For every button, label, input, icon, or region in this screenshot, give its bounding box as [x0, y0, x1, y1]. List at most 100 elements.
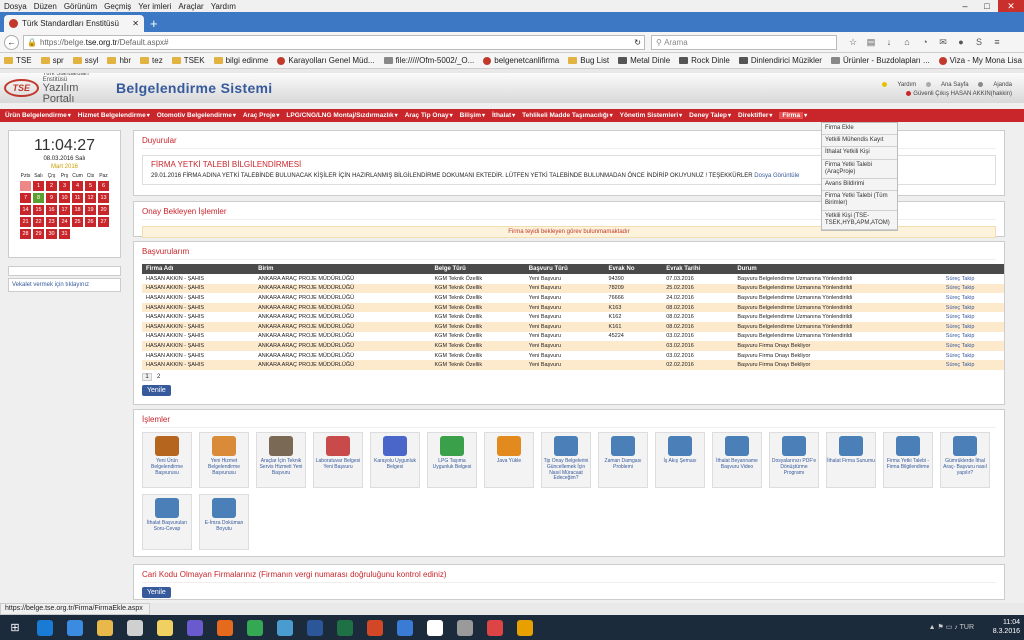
taskbar-app-icon[interactable]	[330, 615, 360, 640]
action-tile[interactable]: Karayolu Uygunluk Belgesi	[370, 432, 420, 488]
calendar-day[interactable]: 31	[59, 229, 70, 239]
surec-takip-link[interactable]: Süreç Takip	[941, 341, 1004, 351]
taskbar-app-icon[interactable]	[90, 615, 120, 640]
calendar-day[interactable]: 30	[46, 229, 57, 239]
calendar-day[interactable]: 26	[85, 217, 96, 227]
hamburger-menu-icon[interactable]: ≡	[989, 37, 1005, 48]
calendar-day[interactable]: 6	[98, 181, 109, 191]
action-tile[interactable]: Yeni Hizmet Belgelendirme Başvurusu	[199, 432, 249, 488]
cari-refresh-button[interactable]: Yenile	[142, 587, 171, 598]
action-tile[interactable]: Firma Yetki Talebi -Firma Bilgilendirme	[883, 432, 933, 488]
calendar-day[interactable]: 25	[72, 217, 83, 227]
minimize-icon[interactable]: –	[954, 0, 976, 12]
taskbar-app-icon[interactable]	[450, 615, 480, 640]
nav-item[interactable]: Yönetim Sistemleri	[620, 112, 679, 119]
calendar-day[interactable]: 21	[20, 217, 31, 227]
calendar-day[interactable]: 3	[59, 181, 70, 191]
calendar-day[interactable]: 28	[20, 229, 31, 239]
nav-item[interactable]: Araç Tip Onay	[405, 112, 449, 119]
bookmark-item[interactable]: Karayolları Genel Müd...	[277, 56, 375, 65]
chat-icon[interactable]: ✉	[935, 37, 951, 48]
action-tile[interactable]: Araçlar İçin Teknik Servis Hizmeti Yeni …	[256, 432, 306, 488]
nav-item[interactable]: LPG/CNG/LNG Montaj/Sızdırmazlık	[286, 112, 393, 119]
dropdown-item[interactable]: Firma Ekle	[822, 123, 897, 136]
nav-item[interactable]: Ürün Belgelendirme	[5, 112, 67, 119]
taskbar-app-icon[interactable]	[30, 615, 60, 640]
bookmark-item[interactable]: Viza - My Mona Lisa -...	[938, 56, 1024, 65]
calendar-day[interactable]: 22	[33, 217, 44, 227]
dropdown-item[interactable]: Firma Yetki Talebi (AraçProje)	[822, 160, 897, 179]
reading-list-icon[interactable]: ▤	[863, 37, 879, 48]
page-1[interactable]: 1	[142, 372, 152, 381]
reload-icon[interactable]: ↻	[634, 38, 641, 47]
bookmark-item[interactable]: Rock Dinle	[679, 56, 730, 65]
calendar-day[interactable]: 17	[59, 205, 70, 215]
menu-edit[interactable]: Düzen	[34, 2, 57, 11]
column-header[interactable]: Evrak Tarihi	[662, 264, 734, 274]
column-header[interactable]: Birim	[254, 264, 431, 274]
home-icon[interactable]: ⌂	[899, 37, 915, 48]
help-link[interactable]: Yardım	[882, 82, 916, 88]
dropdown-item[interactable]: Yetkili Kişi (TSE-TSEK,HYB,APM,ATOM)	[822, 211, 897, 230]
action-tile[interactable]: Dosyalarınızı PDF'e Dönüştürme Programı	[769, 432, 819, 488]
star-icon[interactable]: ☆	[845, 37, 861, 48]
surec-takip-link[interactable]: Süreç Takip	[941, 293, 1004, 303]
nav-item[interactable]: Firma	[779, 112, 804, 119]
dropdown-item[interactable]: Firma Yetki Talebi (Tüm Birimler)	[822, 191, 897, 211]
logout-link[interactable]: Güvenli Çıkış HASAN AKKIN(hakkin)	[874, 91, 1012, 97]
menu-view[interactable]: Görünüm	[64, 2, 97, 11]
surec-takip-link[interactable]: Süreç Takip	[941, 331, 1004, 342]
menu-file[interactable]: Dosya	[4, 2, 27, 11]
action-tile[interactable]: Java Yükle	[484, 432, 534, 488]
action-tile[interactable]: E-İmza Doküman Boyutu	[199, 494, 249, 550]
menu-tools[interactable]: Araçlar	[178, 2, 203, 11]
calendar-day[interactable]: 7	[20, 193, 31, 203]
menu-bookmarks[interactable]: Yer imleri	[138, 2, 171, 11]
calendar-day[interactable]: 18	[72, 205, 83, 215]
taskbar-app-icon[interactable]	[60, 615, 90, 640]
nav-item[interactable]: Direktifler	[738, 112, 768, 119]
taskbar-app-icon[interactable]	[420, 615, 450, 640]
bookmark-item[interactable]: spr	[40, 56, 64, 65]
close-icon[interactable]: ✕	[998, 0, 1024, 12]
file-view-link[interactable]: Dosya Görüntüle	[754, 173, 799, 179]
taskbar-app-icon[interactable]	[390, 615, 420, 640]
bookmark-item[interactable]: TSEK	[171, 56, 205, 65]
menu-help[interactable]: Yardım	[211, 2, 236, 11]
nav-item[interactable]: Hizmet Belgelendirme	[78, 112, 146, 119]
calendar-day[interactable]: 12	[85, 193, 96, 203]
taskbar-app-icon[interactable]	[210, 615, 240, 640]
search-input[interactable]: ⚲ Arama	[651, 34, 837, 50]
calendar-day[interactable]: 20	[98, 205, 109, 215]
bookmark-item[interactable]: Metal Dinle	[618, 56, 670, 65]
action-tile[interactable]: Laboratuvar Belgesi Yeni Başvuru	[313, 432, 363, 488]
surec-takip-link[interactable]: Süreç Takip	[941, 360, 1004, 370]
action-tile[interactable]: Gümrüklerde İthal Araç- Başvuru nasıl ya…	[940, 432, 990, 488]
column-header[interactable]: Firma Adı	[142, 264, 255, 274]
nav-item[interactable]: İthalat	[492, 112, 511, 119]
action-tile[interactable]: Tip Onay Belgelerini Güncellemek İçin Na…	[541, 432, 591, 488]
surec-takip-link[interactable]: Süreç Takip	[941, 274, 1004, 284]
back-icon[interactable]: ←	[4, 34, 19, 50]
bookmark-item[interactable]: Dinlendirici Müzikler	[738, 56, 822, 65]
calendar-day[interactable]: 5	[85, 181, 96, 191]
taskbar-app-icon[interactable]	[150, 615, 180, 640]
calendar-day[interactable]: 15	[33, 205, 44, 215]
windows-start-icon[interactable]: ⊞	[0, 615, 30, 640]
action-tile[interactable]: İthalat Firma Sunumu	[826, 432, 876, 488]
tse-logo[interactable]: TSE Türk Standardları Enstitüsü Yazılım …	[0, 73, 108, 105]
tray-icons[interactable]: ▲ ⚑ ▭ ♪ TUR	[929, 623, 974, 631]
nav-item[interactable]: Otomotiv Belgelendirme	[157, 112, 232, 119]
calendar-day[interactable]: 14	[20, 205, 31, 215]
calendar-day[interactable]: 16	[46, 205, 57, 215]
taskbar-app-icon[interactable]	[510, 615, 540, 640]
action-tile[interactable]: Yeni Ürün Belgelendirme Başvurusu	[142, 432, 192, 488]
nav-item[interactable]: Bilişim	[460, 112, 481, 119]
calendar-day[interactable]: 19	[85, 205, 96, 215]
column-header[interactable]: Belge Türü	[430, 264, 525, 274]
taskbar-app-icon[interactable]	[360, 615, 390, 640]
dropdown-item[interactable]: Avans Bildirimi	[822, 179, 897, 192]
taskbar-app-icon[interactable]	[180, 615, 210, 640]
surec-takip-link[interactable]: Süreç Takip	[941, 312, 1004, 322]
calendar-day[interactable]: 11	[72, 193, 83, 203]
